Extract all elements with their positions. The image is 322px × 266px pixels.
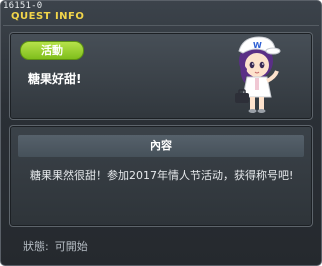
quest-status: 狀態: 可開始 [23,238,88,254]
quest-description: 糖果果然很甜！参加2017年情人节活动，获得称号吧! [30,169,294,182]
npc-portrait-icon: W [235,36,281,113]
status-value: 可開始 [54,240,88,253]
svg-text:W: W [253,41,262,50]
quest-id: 16151-0 [3,1,43,11]
quest-info-window: 16151-0 QUEST INFO 活動 糖果好甜! W 內容 糖果果然很甜！… [0,0,322,266]
status-label: 狀態: [23,240,49,253]
content-header: 內容 [18,135,304,157]
event-badge: 活動 [20,41,84,60]
title-divider [3,25,319,26]
window-title: QUEST INFO [11,11,85,22]
quest-name: 糖果好甜! [28,72,82,86]
quest-content-panel: 內容 糖果果然很甜！参加2017年情人节活动，获得称号吧! [9,125,313,227]
